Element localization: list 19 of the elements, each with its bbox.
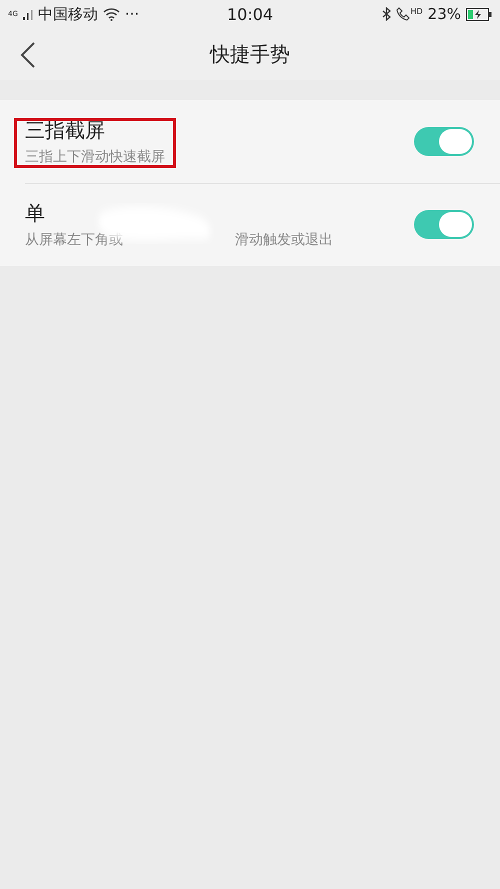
- clock: 10:04: [226, 4, 274, 24]
- more-notifications: ···: [124, 5, 140, 23]
- phone-icon: [396, 7, 410, 21]
- battery-percent: 23%: [428, 5, 462, 23]
- toggle-switch[interactable]: [414, 210, 474, 239]
- carrier-name: 中国移动: [38, 4, 98, 24]
- setting-description: 滑动触发或退出: [235, 231, 333, 249]
- setting-description: 三指上下滑动快速截屏: [25, 148, 165, 166]
- back-icon: [20, 42, 36, 68]
- setting-title: 三指截屏: [25, 117, 105, 144]
- setting-title: 单: [25, 200, 45, 227]
- toggle-switch[interactable]: [414, 127, 474, 156]
- battery-charging-icon: [466, 8, 492, 20]
- bluetooth-icon: [382, 7, 392, 21]
- signal-icon: [22, 8, 33, 20]
- page-title: 快捷手势: [210, 40, 290, 68]
- hd-label: HD: [410, 7, 423, 16]
- wifi-icon: [102, 8, 120, 20]
- setting-description: 从屏幕左下角或: [25, 231, 123, 249]
